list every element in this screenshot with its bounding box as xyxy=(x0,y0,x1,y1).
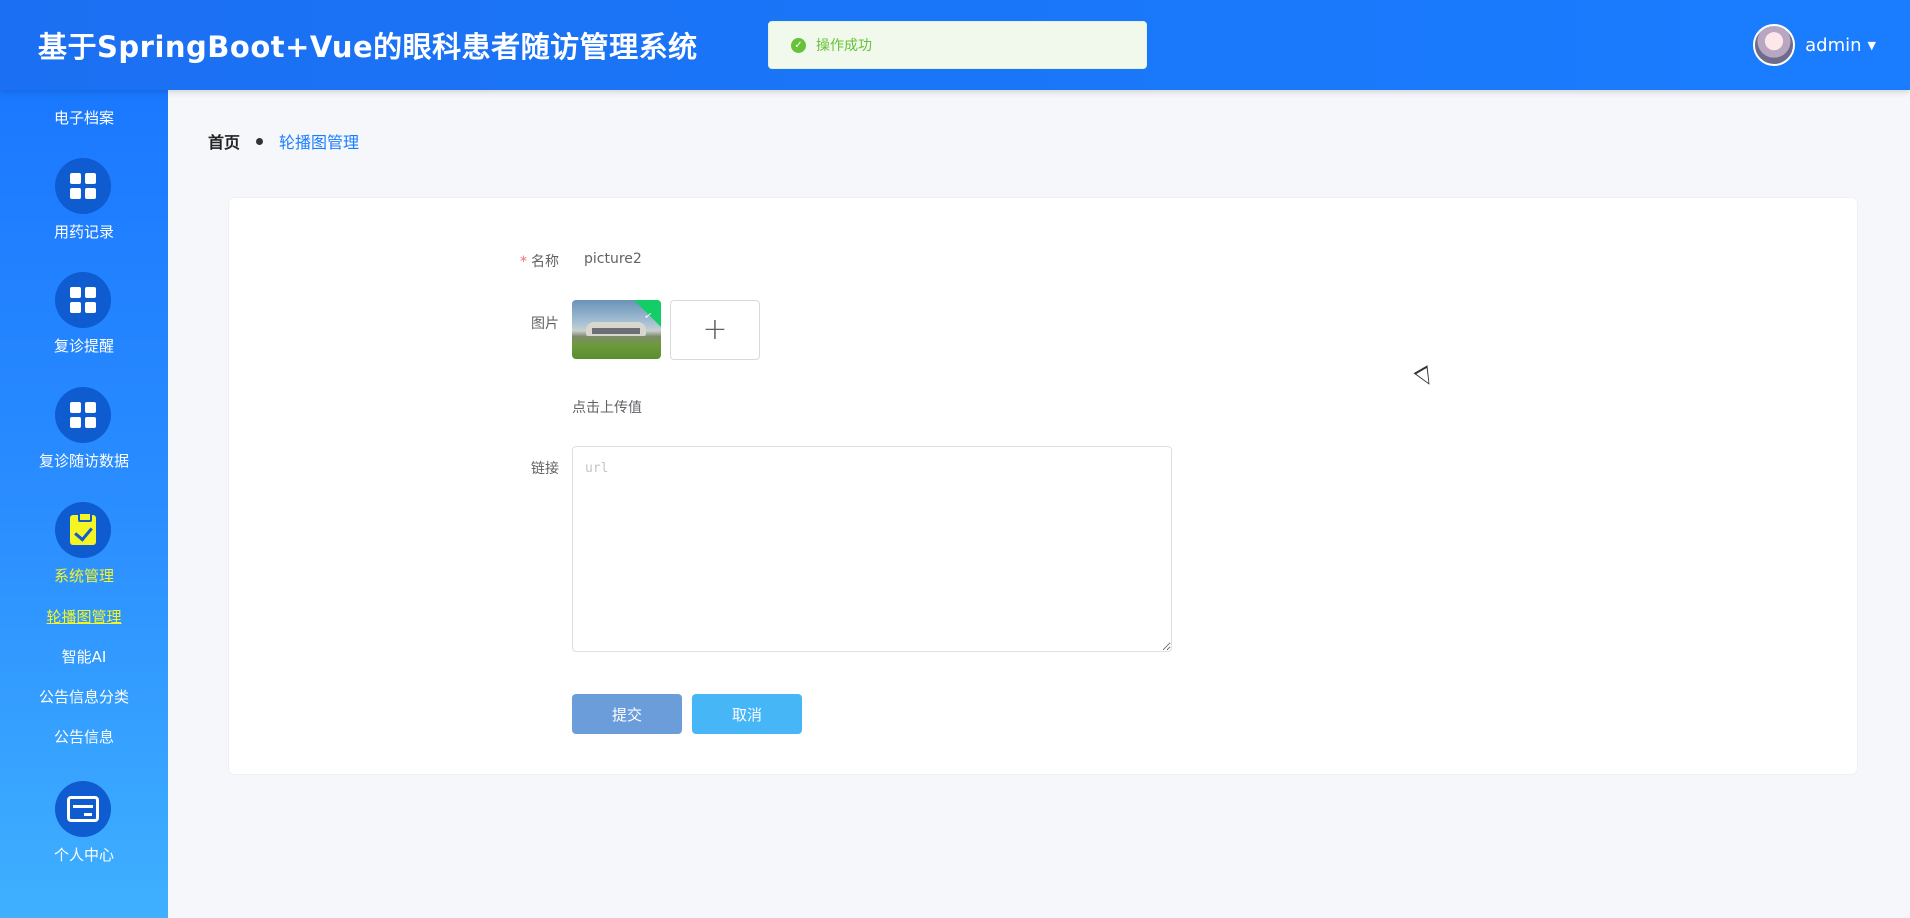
clipboard-check-icon xyxy=(70,512,96,545)
grid-icon xyxy=(70,287,96,313)
sidebar-subitem-notice[interactable]: 公告信息 xyxy=(0,726,168,747)
breadcrumb-home[interactable]: 首页 xyxy=(208,129,240,153)
breadcrumb-separator xyxy=(256,137,264,145)
top-header: 基于SpringBoot+Vue的眼科患者随访管理系统 ✓ 操作成功 admin… xyxy=(0,0,1910,90)
plus-icon: + xyxy=(702,312,728,347)
sidebar-subitem-notice-category[interactable]: 公告信息分类 xyxy=(0,686,168,707)
toast-message: 操作成功 xyxy=(816,38,872,54)
sidebar-item-followup-data-icon-button[interactable] xyxy=(55,387,111,443)
sidebar-subitem-ai[interactable]: 智能AI xyxy=(0,646,168,667)
sidebar-item-medication-icon-button[interactable] xyxy=(55,158,111,214)
sidebar: 电子档案 用药记录 复诊提醒 复诊随访数据 系统管理 轮播图管理 智能AI 公告… xyxy=(0,90,168,918)
uploaded-image-thumbnail[interactable]: ✓ xyxy=(572,300,661,359)
avatar[interactable] xyxy=(1753,24,1796,66)
sidebar-item-revisit-reminder[interactable]: 复诊提醒 xyxy=(0,335,168,356)
upload-tip: 点击上传值 xyxy=(572,400,642,416)
submit-button[interactable]: 提交 xyxy=(572,694,682,734)
link-textarea[interactable] xyxy=(572,446,1172,652)
name-label-text: 名称 xyxy=(531,254,559,270)
sidebar-item-revisit-reminder-icon-button[interactable] xyxy=(55,272,111,328)
breadcrumb: 首页 轮播图管理 xyxy=(208,129,359,153)
sidebar-item-personal-icon-button[interactable] xyxy=(55,781,111,837)
grid-icon xyxy=(70,173,96,199)
cancel-button[interactable]: 取消 xyxy=(692,694,802,734)
sidebar-item-personal-center[interactable]: 个人中心 xyxy=(0,844,168,865)
chevron-down-icon[interactable]: ▼ xyxy=(1868,39,1876,52)
sidebar-item-electronic-records[interactable]: 电子档案 xyxy=(0,107,168,128)
user-menu[interactable]: admin ▼ xyxy=(1753,24,1876,66)
username[interactable]: admin xyxy=(1805,35,1861,56)
sidebar-item-system-management[interactable]: 系统管理 xyxy=(0,565,168,586)
sidebar-item-system-icon-button[interactable] xyxy=(55,502,111,558)
name-label: * 名称 xyxy=(520,251,559,271)
breadcrumb-current: 轮播图管理 xyxy=(279,133,360,152)
app-title: 基于SpringBoot+Vue的眼科患者随访管理系统 xyxy=(38,30,698,64)
image-label: 图片 xyxy=(531,316,559,332)
name-value[interactable]: picture2 xyxy=(584,251,642,267)
check-circle-icon: ✓ xyxy=(791,37,806,53)
sidebar-item-medication[interactable]: 用药记录 xyxy=(0,221,168,242)
success-toast: ✓ 操作成功 xyxy=(768,21,1147,69)
upload-button[interactable]: + xyxy=(670,300,760,360)
check-icon: ✓ xyxy=(642,310,653,323)
card-icon xyxy=(67,796,99,822)
sidebar-item-followup-data[interactable]: 复诊随访数据 xyxy=(0,450,168,471)
grid-icon xyxy=(70,402,96,428)
sidebar-subitem-carousel[interactable]: 轮播图管理 xyxy=(0,606,168,627)
link-label: 链接 xyxy=(531,461,559,477)
required-marker: * xyxy=(520,254,527,270)
